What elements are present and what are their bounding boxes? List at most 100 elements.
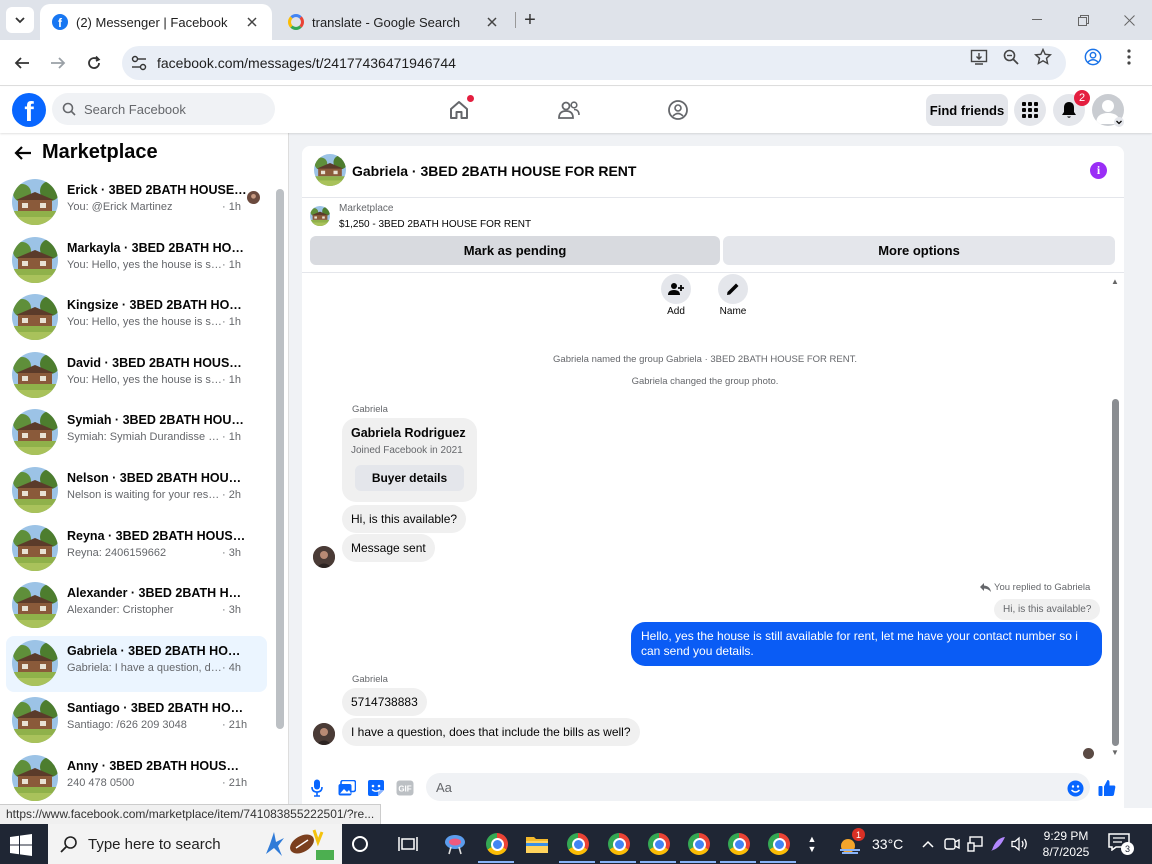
conversation-item[interactable]: Symiah · 3BED 2BATH HOUSE F... Symiah: Sy… xyxy=(6,405,267,461)
taskbar-search-input[interactable] xyxy=(88,835,268,853)
sender-avatar[interactable] xyxy=(313,723,335,745)
quoted-message[interactable]: Hi, is this available? xyxy=(994,599,1101,620)
house-photo-icon xyxy=(12,237,58,283)
taskbar-search-box[interactable] xyxy=(48,824,342,864)
profile-icon[interactable] xyxy=(1084,48,1102,66)
close-tab-icon[interactable] xyxy=(244,14,260,30)
bookmark-star-icon[interactable] xyxy=(1034,48,1052,66)
taskbar-scroll-arrows-icon[interactable]: ▲ ▼ xyxy=(800,826,824,862)
chat-avatar[interactable] xyxy=(314,154,346,186)
chrome-profile-icon[interactable] xyxy=(687,832,711,856)
conversation-item[interactable]: Kingsize · 3BED 2BATH HOUSE ... You: Hell… xyxy=(6,290,267,346)
emoji-icon[interactable] xyxy=(1066,779,1084,797)
gif-icon[interactable]: GIF xyxy=(396,779,414,797)
back-arrow-icon[interactable] xyxy=(14,145,32,161)
scroll-down-arrow-icon[interactable]: ▼ xyxy=(1110,748,1120,757)
tab-search-button[interactable] xyxy=(6,7,34,33)
conversation-info-icon[interactable]: i xyxy=(1090,162,1107,179)
chat-scrollbar[interactable] xyxy=(1112,399,1119,746)
install-app-icon[interactable] xyxy=(970,48,988,66)
outgoing-message[interactable]: Hello, yes the house is still available … xyxy=(631,622,1102,666)
chrome-profile-icon[interactable] xyxy=(566,832,590,856)
listing-price[interactable]: $1,250 - 3BED 2BATH HOUSE FOR RENT xyxy=(339,219,531,230)
incoming-message[interactable]: I have a question, does that include the… xyxy=(342,718,640,746)
more-options-button[interactable]: More options xyxy=(723,236,1115,265)
back-arrow-icon[interactable] xyxy=(10,51,34,75)
reload-icon[interactable] xyxy=(82,51,106,75)
cortana-circle-icon[interactable] xyxy=(348,832,372,856)
conversation-item[interactable]: David · 3BED 2BATH HOUSE FO... You: Hello… xyxy=(6,348,267,404)
address-bar[interactable]: facebook.com/messages/t/2417743647194674… xyxy=(122,46,1066,80)
chrome-profile-w-icon[interactable] xyxy=(485,832,509,856)
browser-menu-icon[interactable] xyxy=(1120,48,1138,66)
name-group-button[interactable] xyxy=(718,274,748,304)
restore-window-icon[interactable] xyxy=(1068,8,1098,32)
mark-as-pending-button[interactable]: Mark as pending xyxy=(310,236,720,265)
scroll-up-arrow-icon[interactable]: ▲ xyxy=(1110,277,1120,286)
new-tab-plus-icon[interactable]: + xyxy=(518,8,542,32)
find-friends-button[interactable]: Find friends xyxy=(926,94,1008,126)
incoming-message[interactable]: Message sent xyxy=(342,534,435,562)
conversation-avatar xyxy=(12,352,58,398)
conversation-preview: Santiago: /626 209 3048 xyxy=(67,719,187,731)
close-window-icon[interactable] xyxy=(1114,8,1144,32)
volume-speaker-icon[interactable] xyxy=(1008,832,1032,856)
add-people-button[interactable] xyxy=(661,274,691,304)
zoom-icon[interactable] xyxy=(1002,48,1020,66)
sidebar-scrollbar[interactable] xyxy=(276,189,284,729)
system-clock[interactable]: 9:29 PM 8/7/2025 xyxy=(1036,828,1096,860)
show-hidden-icons-chevron-icon[interactable] xyxy=(916,832,940,856)
snipping-tool-icon[interactable] xyxy=(443,832,467,856)
conversation-item[interactable]: Alexander · 3BED 2BATH HOUS... Alexander:… xyxy=(6,578,267,634)
minimize-window-icon[interactable] xyxy=(1022,8,1052,32)
facebook-search-input[interactable] xyxy=(84,101,254,117)
chrome-profile-icon[interactable] xyxy=(767,832,791,856)
listing-thumbnail[interactable] xyxy=(310,206,330,226)
conversation-item[interactable]: Markayla · 3BED 2BATH HOUSE ... You: Hell… xyxy=(6,233,267,289)
conversation-item[interactable]: Nelson · 3BED 2BATH HOUSE F... Nelson is … xyxy=(6,463,267,519)
windows-start-icon[interactable] xyxy=(10,834,32,856)
sticker-icon[interactable] xyxy=(367,779,385,797)
groups-nav-icon[interactable] xyxy=(665,97,691,123)
add-label: Add xyxy=(667,306,685,317)
weather-widget[interactable]: 1 33°C xyxy=(838,828,903,854)
photo-icon[interactable] xyxy=(338,779,356,797)
forward-arrow-icon[interactable] xyxy=(46,51,70,75)
menu-grid-icon[interactable] xyxy=(1014,94,1046,126)
facebook-logo-icon[interactable]: f xyxy=(12,93,46,127)
file-explorer-folder-icon[interactable] xyxy=(525,832,549,856)
close-tab-icon[interactable] xyxy=(484,14,500,30)
chrome-profile-icon[interactable] xyxy=(647,832,671,856)
microphone-icon[interactable] xyxy=(308,779,326,797)
friends-nav-icon[interactable] xyxy=(556,97,582,123)
account-dropdown-chevron-icon[interactable] xyxy=(1114,117,1124,127)
buyer-joined-text: Joined Facebook in 2021 xyxy=(351,445,463,456)
message-input[interactable] xyxy=(426,773,1090,801)
conversation-item[interactable]: Erick · 3BED 2BATH HOUSE F... You: @Erick… xyxy=(6,175,267,231)
conversation-name: Santiago · 3BED 2BATH HOUSE ... xyxy=(67,701,247,715)
facebook-search-box[interactable] xyxy=(52,93,275,125)
sender-avatar[interactable] xyxy=(313,546,335,568)
pen-feather-icon[interactable] xyxy=(986,832,1010,856)
task-view-icon[interactable] xyxy=(396,832,420,856)
incoming-message[interactable]: 5714738883 xyxy=(342,688,427,716)
conversation-item[interactable]: Santiago · 3BED 2BATH HOUSE ... Santiago:… xyxy=(6,693,267,749)
incoming-message[interactable]: Hi, is this available? xyxy=(342,505,467,533)
conversation-item[interactable]: Anny · 3BED 2BATH HOUSE FO... 240 478 050… xyxy=(6,751,267,807)
conversation-item[interactable]: Gabriela · 3BED 2BATH HOUSE ... Gabriela:… xyxy=(6,636,267,692)
house-photo-icon xyxy=(12,294,58,340)
buyer-details-button[interactable]: Buyer details xyxy=(355,465,464,491)
chat-title[interactable]: Gabriela · 3BED 2BATH HOUSE FOR RENT xyxy=(352,163,636,179)
like-thumb-icon[interactable] xyxy=(1098,779,1116,797)
chrome-profile-icon[interactable] xyxy=(607,832,631,856)
site-info-icon[interactable] xyxy=(130,54,148,72)
tab-messenger[interactable]: f (2) Messenger | Facebook xyxy=(40,4,272,40)
network-icon[interactable] xyxy=(963,832,987,856)
action-center-notifications-icon[interactable]: 3 xyxy=(1108,832,1134,856)
meet-now-icon[interactable] xyxy=(940,832,964,856)
conversation-avatar xyxy=(12,294,58,340)
tab-google-search[interactable]: translate - Google Search xyxy=(276,4,512,40)
home-nav-icon[interactable] xyxy=(446,95,474,123)
chrome-profile-icon[interactable] xyxy=(727,832,751,856)
conversation-item[interactable]: Reyna · 3BED 2BATH HOUSE FO... Reyna: 240… xyxy=(6,521,267,577)
